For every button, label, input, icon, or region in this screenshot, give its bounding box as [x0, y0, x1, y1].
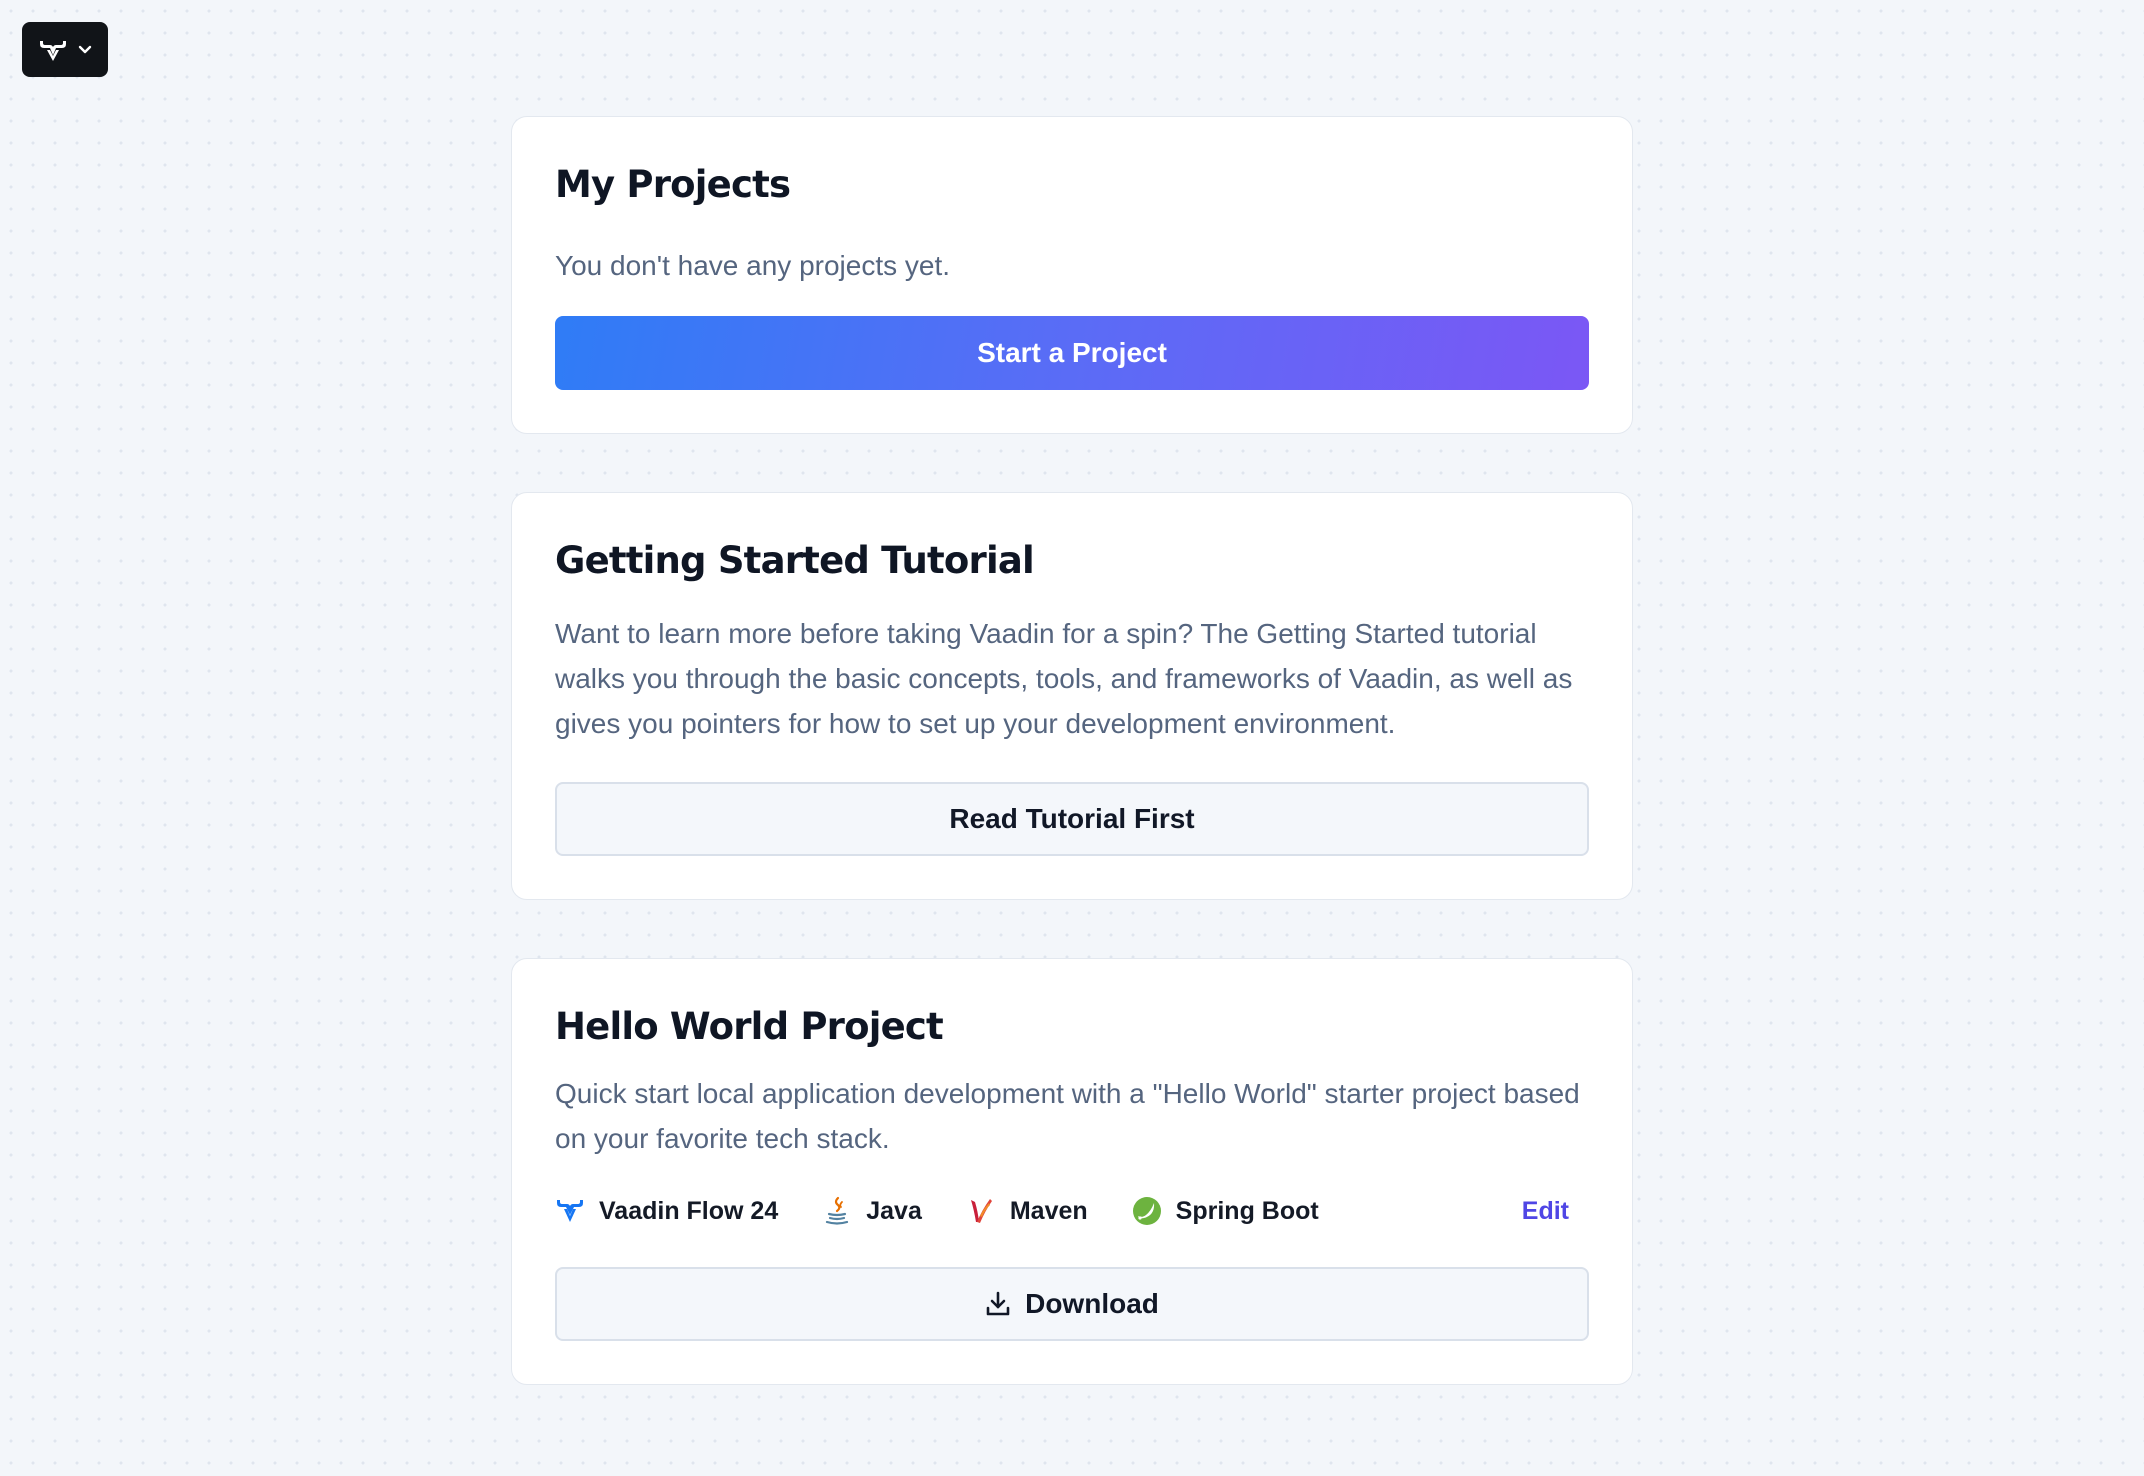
stack-label-java: Java	[866, 1196, 922, 1225]
chevron-down-icon	[78, 45, 92, 55]
edit-stack-link[interactable]: Edit	[1522, 1197, 1569, 1226]
download-icon	[985, 1290, 1011, 1318]
stack-label-spring-boot: Spring Boot	[1175, 1196, 1319, 1225]
hello-world-card: Hello World Project Quick start local ap…	[511, 958, 1633, 1385]
spring-boot-icon	[1132, 1196, 1162, 1226]
maven-icon	[966, 1196, 996, 1226]
tutorial-title: Getting Started Tutorial	[555, 539, 1035, 582]
download-button[interactable]: Download	[555, 1267, 1589, 1341]
java-icon	[822, 1196, 852, 1226]
stack-item-maven: Maven	[966, 1196, 1088, 1226]
start-project-label: Start a Project	[977, 337, 1167, 368]
read-tutorial-button[interactable]: Read Tutorial First	[555, 782, 1589, 856]
hello-world-title: Hello World Project	[555, 1005, 944, 1048]
app-menu-button[interactable]	[22, 22, 108, 77]
read-tutorial-label: Read Tutorial First	[949, 803, 1195, 834]
download-label: Download	[1025, 1288, 1159, 1319]
vaadin-icon	[555, 1196, 585, 1226]
my-projects-card: My Projects You don't have any projects …	[511, 116, 1633, 434]
vaadin-logo-icon	[38, 37, 68, 63]
my-projects-title: My Projects	[555, 163, 791, 206]
stack-item-vaadin: Vaadin Flow 24	[555, 1196, 778, 1226]
empty-projects-text: You don't have any projects yet.	[555, 250, 951, 281]
tech-stack-row: Vaadin Flow 24 Java Maven Spring Boot Ed…	[555, 1189, 1589, 1233]
hello-world-description: Quick start local application developmen…	[555, 1078, 1580, 1154]
tutorial-description: Want to learn more before taking Vaadin …	[555, 618, 1573, 739]
stack-label-vaadin: Vaadin Flow 24	[599, 1196, 779, 1225]
tutorial-card: Getting Started Tutorial Want to learn m…	[511, 492, 1633, 900]
stack-item-java: Java	[822, 1196, 922, 1226]
start-project-button[interactable]: Start a Project	[555, 316, 1589, 390]
stack-item-spring-boot: Spring Boot	[1132, 1196, 1319, 1226]
stack-label-maven: Maven	[1009, 1196, 1088, 1225]
